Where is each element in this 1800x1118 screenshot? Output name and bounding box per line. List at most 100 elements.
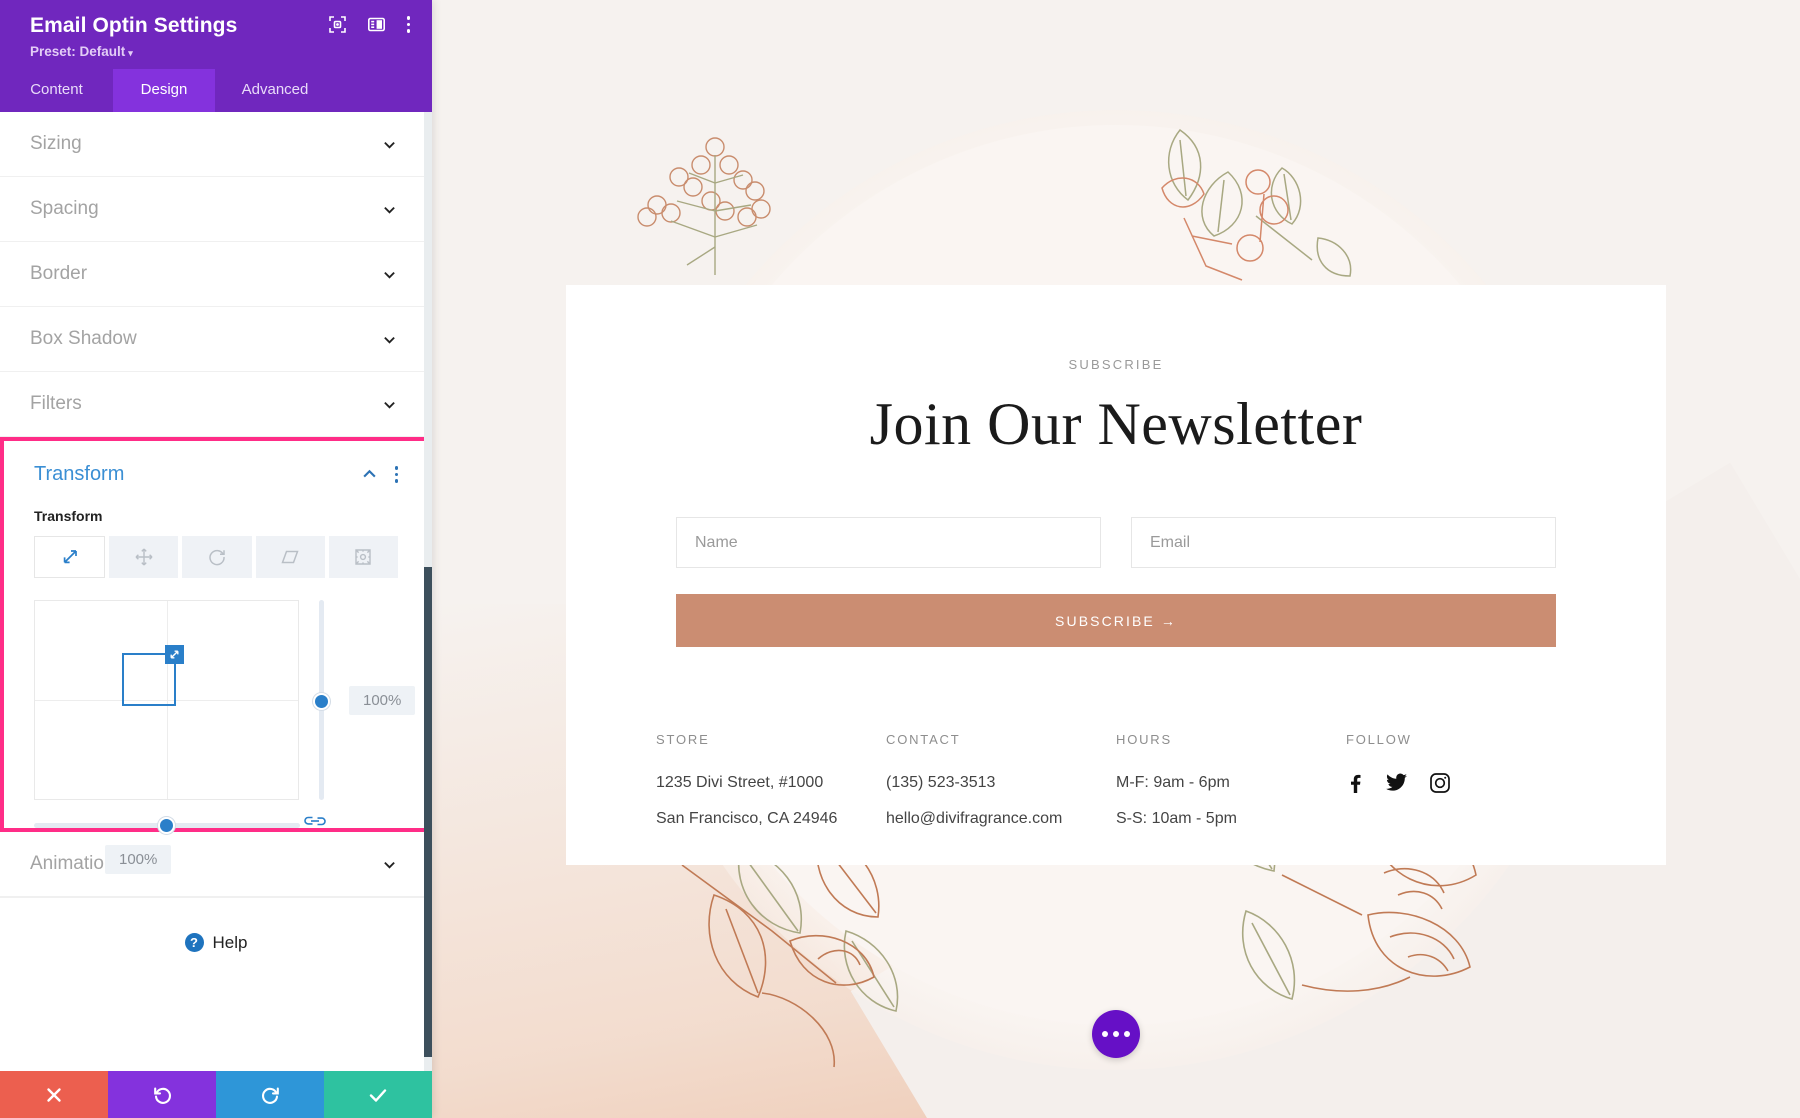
app-root: SUBSCRIBE Join Our Newsletter SUBSCRIBE … <box>0 0 1800 1118</box>
facebook-icon[interactable] <box>1346 773 1363 793</box>
footer-column-hours: HOURS M-F: 9am - 6pm S-S: 10am - 5pm <box>1116 732 1346 845</box>
preset-selector[interactable]: Preset: Default ▾ <box>30 44 410 59</box>
chevron-down-icon <box>384 401 395 409</box>
transform-field-label: Transform <box>34 508 103 524</box>
scale-y-slider-track[interactable] <box>313 600 330 800</box>
section-label: Filters <box>30 393 82 414</box>
social-links <box>1346 773 1576 793</box>
chevron-down-icon <box>384 141 395 149</box>
section-label: Box Shadow <box>30 328 137 349</box>
footer-line: M-F: 9am - 6pm <box>1116 774 1230 791</box>
footer-line: (135) 523-3513 <box>886 774 996 791</box>
footer-column-contact: CONTACT (135) 523-3513 hello@divifragran… <box>886 732 1116 845</box>
transform-grid[interactable] <box>34 600 299 800</box>
kebab-menu-icon[interactable] <box>406 16 410 33</box>
footer-heading: STORE <box>656 732 710 747</box>
footer-columns: STORE 1235 Divi Street, #1000 San Franci… <box>656 732 1576 845</box>
footer-column-store: STORE 1235 Divi Street, #1000 San Franci… <box>656 732 886 845</box>
section-filters[interactable]: Filters <box>0 372 432 437</box>
settings-body: Sizing Spacing Border Box Shadow Filters <box>0 112 432 1071</box>
section-border[interactable]: Border <box>0 242 432 307</box>
scale-x-value: 100% <box>105 845 172 874</box>
kebab-dot <box>394 479 398 483</box>
panel-layout-icon[interactable] <box>367 16 385 33</box>
focus-target-icon[interactable] <box>328 16 346 33</box>
settings-tabs: Content Design Advanced <box>0 69 432 112</box>
section-box-shadow[interactable]: Box Shadow <box>0 307 432 372</box>
kebab-dot <box>406 16 410 20</box>
cancel-button[interactable] <box>0 1071 108 1118</box>
chevron-down-icon <box>384 206 395 214</box>
chevron-up-icon[interactable] <box>362 467 377 482</box>
transform-header-actions <box>362 466 398 483</box>
instagram-icon[interactable] <box>1430 773 1450 793</box>
settings-footer-actions <box>0 1071 432 1118</box>
settings-header-actions <box>328 16 410 33</box>
transform-header: Transform <box>4 441 428 486</box>
footer-column-follow: FOLLOW <box>1346 732 1576 845</box>
kebab-dot <box>406 22 410 27</box>
help-question-icon: ? <box>184 933 204 952</box>
transform-mode-buttons <box>4 524 428 578</box>
section-label: Spacing <box>30 198 99 219</box>
sidebar-scrollbar-thumb[interactable] <box>424 567 432 1057</box>
sidebar-scrollbar[interactable] <box>424 112 432 1071</box>
link-axes-icon[interactable] <box>304 813 326 834</box>
name-input[interactable] <box>676 517 1101 568</box>
page-preview-canvas: SUBSCRIBE Join Our Newsletter SUBSCRIBE … <box>432 0 1800 1118</box>
tab-design[interactable]: Design <box>113 69 215 112</box>
undo-button[interactable] <box>108 1071 216 1118</box>
footer-heading: FOLLOW <box>1346 732 1412 747</box>
preset-label: Preset: Default <box>30 44 126 59</box>
footer-line: 1235 Divi Street, #1000 <box>656 774 824 791</box>
module-settings-sidebar: Email Optin Settings Preset: Default ▾ C… <box>0 0 432 1118</box>
help-link[interactable]: ? Help <box>0 897 432 987</box>
divi-menu-fab[interactable] <box>1092 1010 1140 1058</box>
kebab-menu-icon[interactable] <box>394 466 398 483</box>
fab-dot <box>1113 1031 1119 1037</box>
translate-move-icon[interactable] <box>109 536 179 578</box>
kebab-dot <box>394 466 398 470</box>
redo-button[interactable] <box>216 1071 324 1118</box>
twitter-icon[interactable] <box>1386 773 1407 793</box>
section-spacing[interactable]: Spacing <box>0 177 432 242</box>
subscribe-button[interactable]: SUBSCRIBE → <box>676 594 1556 647</box>
scale-resize-handle[interactable] <box>165 645 184 664</box>
chevron-down-icon <box>384 336 395 344</box>
transform-title: Transform <box>34 463 125 485</box>
newsletter-card: SUBSCRIBE Join Our Newsletter SUBSCRIBE … <box>566 285 1666 865</box>
section-animation[interactable]: Animation <box>0 832 432 897</box>
page-title: Join Our Newsletter <box>869 391 1363 457</box>
email-input[interactable] <box>1131 517 1556 568</box>
section-sizing[interactable]: Sizing <box>0 112 432 177</box>
chevron-down-icon <box>384 861 395 869</box>
help-label: Help <box>212 932 248 952</box>
eyebrow-text: SUBSCRIBE <box>1068 357 1164 372</box>
scale-y-value: 100% <box>349 686 416 715</box>
rotate-icon[interactable] <box>182 536 252 578</box>
fab-dot <box>1102 1031 1108 1037</box>
scale-y-slider-handle[interactable] <box>313 693 330 710</box>
footer-line[interactable]: hello@divifragrance.com <box>886 809 1116 828</box>
scale-x-slider-handle[interactable] <box>158 817 175 834</box>
transform-origin-icon[interactable] <box>328 536 399 578</box>
scale-x-slider-track[interactable] <box>34 817 300 834</box>
skew-icon[interactable] <box>255 536 325 578</box>
transform-preview-box[interactable] <box>122 645 184 706</box>
settings-header: Email Optin Settings Preset: Default ▾ <box>0 0 432 69</box>
kebab-dot <box>406 29 410 33</box>
tab-advanced[interactable]: Advanced <box>215 69 335 112</box>
footer-heading: HOURS <box>1116 732 1172 747</box>
chevron-down-icon <box>384 271 395 279</box>
footer-line: San Francisco, CA 24946 <box>656 810 838 828</box>
tab-content[interactable]: Content <box>0 69 113 112</box>
optin-form-fields <box>676 517 1556 568</box>
section-label: Sizing <box>30 133 82 154</box>
section-label: Animation <box>30 853 115 874</box>
kebab-dot <box>394 472 398 477</box>
save-button[interactable] <box>324 1071 432 1118</box>
fab-dot <box>1124 1031 1130 1037</box>
scale-icon[interactable] <box>34 536 106 578</box>
footer-heading: CONTACT <box>886 732 961 747</box>
footer-line: S-S: 10am - 5pm <box>1116 810 1237 828</box>
